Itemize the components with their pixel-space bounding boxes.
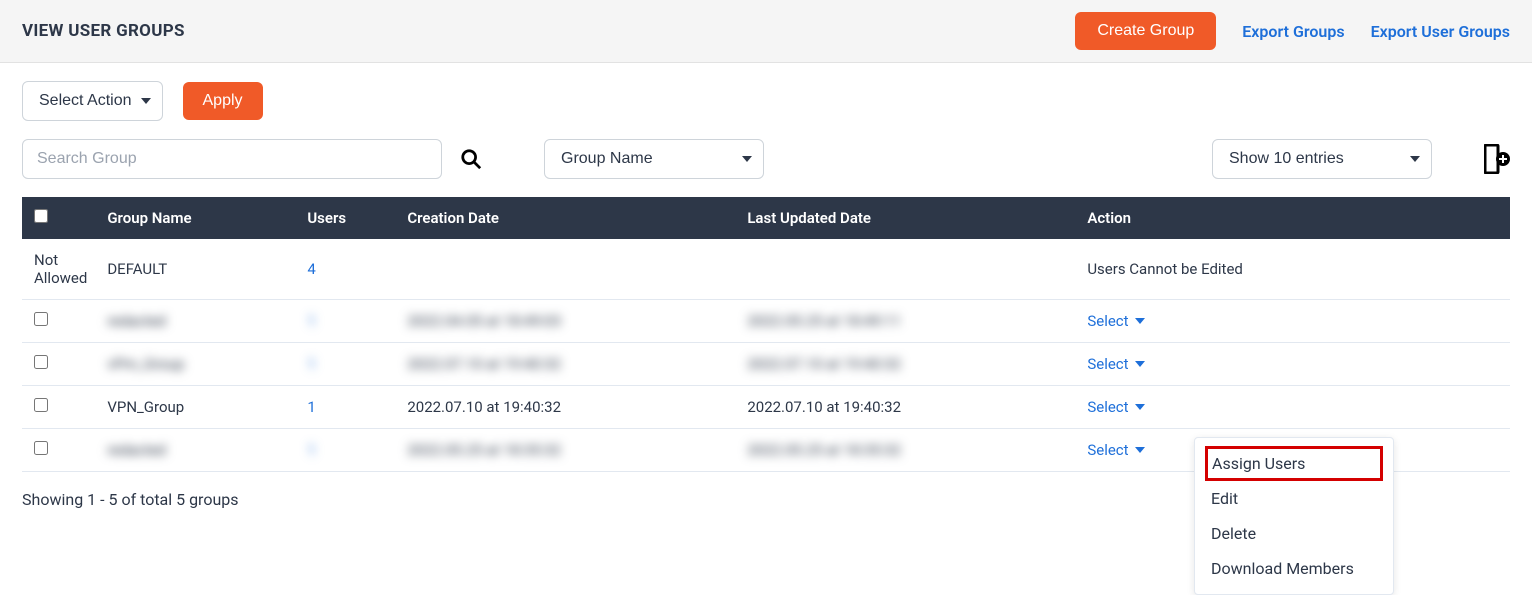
groups-table: Group Name Users Creation Date Last Upda… [22,197,1510,472]
cell-group-name: vPm_Group [97,343,297,386]
row-action-select[interactable]: Select [1087,355,1144,373]
menu-assign-users[interactable]: Assign Users [1205,446,1383,481]
page-title: VIEW USER GROUPS [22,21,185,41]
users-count-link[interactable]: 4 [307,260,315,278]
row-action-label: Select [1087,355,1128,373]
cell-group-name: DEFAULT [97,239,297,300]
row-action-label: Select [1087,312,1128,330]
cell-last-updated: 2022.07.10 at 19:40:32 [737,386,1077,429]
caret-down-icon [1135,404,1145,410]
select-all-checkbox[interactable] [34,209,48,223]
row-action-label: Select [1087,441,1128,459]
table-row: Not AllowedDEFAULT 4 Users Cannot be Edite… [22,239,1510,300]
cell-group-name: VPN_Group [97,386,297,429]
table-row: VPN_Group 1 2022.07.10 at 19:40:322022.07.… [22,386,1510,429]
search-input[interactable] [22,139,442,179]
table-row: redacted 1 2022.04.05 at 18:49:032022.05.2… [22,300,1510,343]
page-size-select[interactable]: Show 10 entries [1212,139,1432,179]
add-column-icon[interactable] [1484,144,1510,174]
bulk-action-select[interactable]: Select Action [22,81,163,121]
cell-group-name: redacted [97,300,297,343]
users-count-link[interactable]: 1 [307,312,315,330]
cell-creation-date: 2022.07.10 at 19:40:32 [397,386,737,429]
cell-creation-date: 2022.04.05 at 18:49:03 [397,300,737,343]
caret-down-icon [1135,447,1145,453]
row-checkbox[interactable] [34,441,48,455]
row-action-label: Select [1087,398,1128,416]
row-checkbox[interactable] [34,312,48,326]
row-checkbox[interactable] [34,398,48,412]
caret-down-icon [1135,318,1145,324]
row-action-select[interactable]: Select [1087,398,1144,416]
cell-creation-date [397,239,737,300]
not-allowed-label: Not Allowed [22,239,97,300]
export-groups-link[interactable]: Export Groups [1242,22,1344,41]
cell-creation-date: 2022.07.10 at 19:40:32 [397,343,737,386]
users-count-link[interactable]: 1 [307,398,315,416]
column-last-updated: Last Updated Date [737,197,1077,239]
menu-delete[interactable]: Delete [1205,516,1383,551]
menu-edit[interactable]: Edit [1205,481,1383,516]
create-group-button[interactable]: Create Group [1075,12,1216,50]
row-action-select[interactable]: Select [1087,312,1144,330]
column-action: Action [1077,197,1510,239]
column-creation-date: Creation Date [397,197,737,239]
row-checkbox[interactable] [34,355,48,369]
column-users: Users [297,197,397,239]
menu-download-members[interactable]: Download Members [1205,551,1383,586]
column-group-name: Group Name [97,197,297,239]
cell-last-updated: 2022.05.25 at 18:49:11 [737,300,1077,343]
cell-last-updated [737,239,1077,300]
export-user-groups-link[interactable]: Export User Groups [1371,22,1510,41]
cell-last-updated: 2022.05.25 at 18:35:32 [737,429,1077,472]
apply-button[interactable]: Apply [183,82,263,120]
filter-by-select[interactable]: Group Name [544,139,764,179]
table-row: vPm_Group 1 2022.07.10 at 19:40:322022.07.… [22,343,1510,386]
search-icon[interactable] [460,148,482,170]
cell-action-static: Users Cannot be Edited [1077,239,1510,300]
users-count-link[interactable]: 1 [307,441,315,459]
cell-creation-date: 2022.05.25 at 18:35:32 [397,429,737,472]
caret-down-icon [1135,361,1145,367]
row-action-select[interactable]: Select [1087,441,1144,459]
action-dropdown: Assign Users Edit Delete Download Member… [1194,437,1394,595]
cell-group-name: redacted [97,429,297,472]
cell-last-updated: 2022.07.10 at 19:40:32 [737,343,1077,386]
users-count-link[interactable]: 1 [307,355,315,373]
